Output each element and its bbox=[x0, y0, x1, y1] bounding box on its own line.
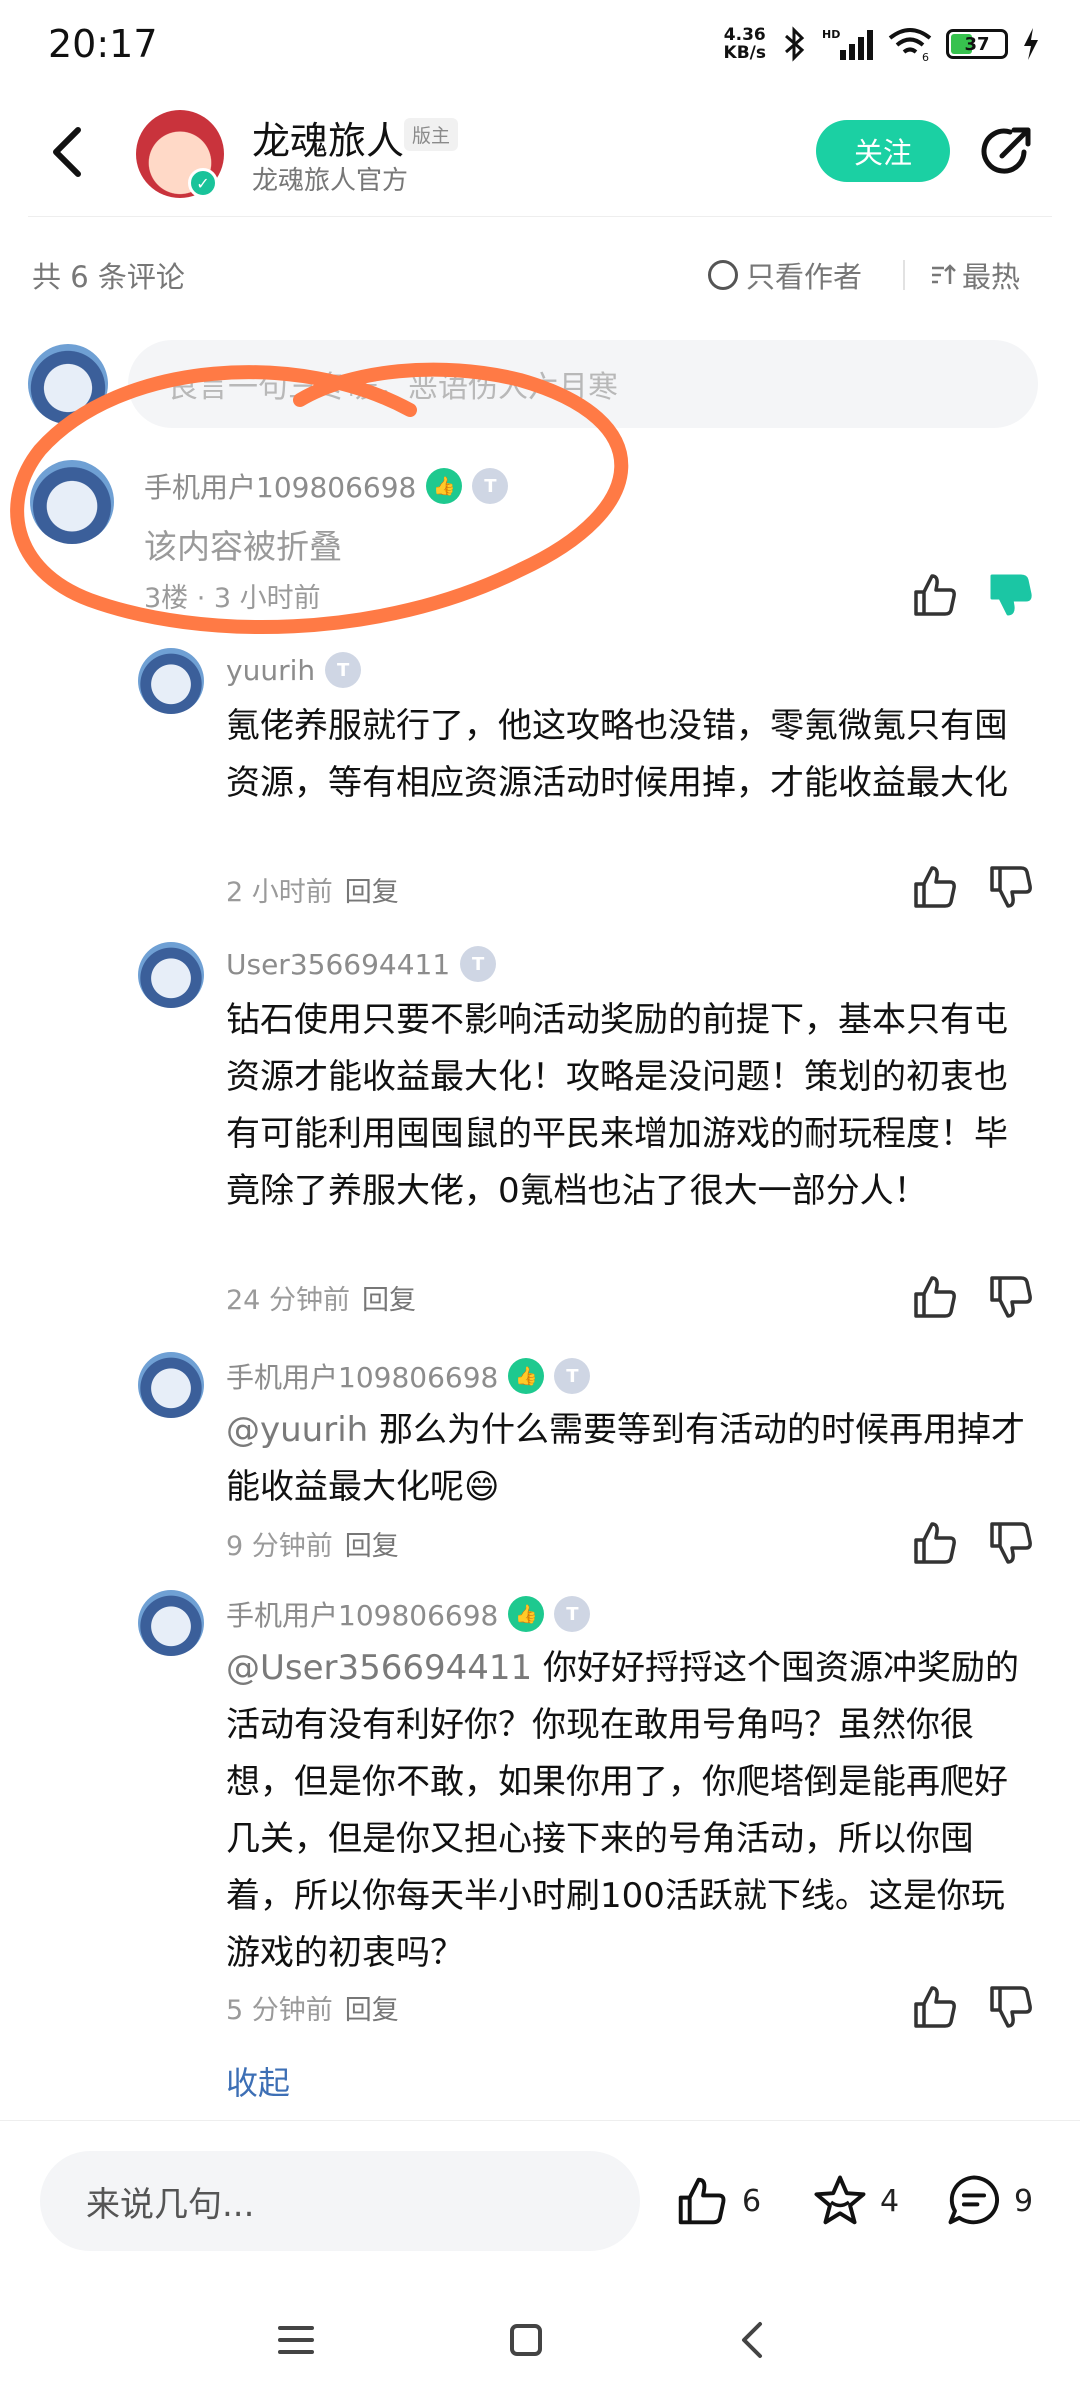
signal-icon: HD bbox=[822, 28, 873, 60]
menu-icon[interactable] bbox=[266, 2310, 326, 2370]
sort-icon bbox=[932, 264, 956, 284]
net-speed: 4.36 KB/s bbox=[723, 25, 766, 63]
reply-avatar[interactable] bbox=[138, 1352, 204, 1418]
reply-avatar[interactable] bbox=[138, 942, 204, 1008]
star-icon bbox=[814, 2175, 866, 2225]
reply-meta: 5 分钟前 回复 bbox=[226, 1995, 399, 2026]
reply-text: 氪佬养服就行了，他这攻略也没错，零氪微氪只有囤资源，等有相应资源活动时候用掉，才… bbox=[226, 706, 1008, 803]
verified-icon: ✓ bbox=[188, 168, 218, 198]
comment-filter-bar: 共 6 条评论 只看作者 最热 bbox=[0, 244, 1080, 304]
reply-item: 手机用户109806698 👍 T @yuurih 那么为什么需要等到有活动的时… bbox=[0, 1352, 1080, 1564]
thumb-badge-icon: 👍 bbox=[508, 1358, 545, 1394]
like-post-button[interactable]: 6 bbox=[674, 2173, 761, 2229]
dislike-icon[interactable] bbox=[986, 1982, 1036, 2032]
status-icons: 4.36 KB/s HD 6 37 bbox=[724, 26, 1040, 62]
reply-button[interactable]: 回复 bbox=[345, 877, 399, 908]
moderator-badge: 版主 bbox=[404, 118, 459, 151]
only-author-label: 只看作者 bbox=[746, 260, 863, 294]
like-icon[interactable] bbox=[910, 1982, 960, 2032]
like-count: 6 bbox=[742, 2183, 762, 2219]
say-something-input[interactable]: 来说几句... bbox=[40, 2151, 640, 2251]
reply-user[interactable]: User356694411 T bbox=[226, 946, 497, 982]
reply-user[interactable]: 手机用户109806698 👍 T bbox=[226, 1356, 591, 1396]
home-icon[interactable] bbox=[496, 2310, 556, 2370]
level-badge: T bbox=[554, 1358, 591, 1394]
comment-button[interactable]: 9 bbox=[946, 2173, 1033, 2229]
battery-indicator: 37 bbox=[946, 29, 1008, 59]
like-icon[interactable] bbox=[910, 862, 960, 912]
reply-button[interactable]: 回复 bbox=[345, 1995, 399, 2026]
thumb-up-icon bbox=[678, 2177, 726, 2225]
reply-button[interactable]: 回复 bbox=[362, 1285, 416, 1316]
reply-item: User356694411 T 钻石使用只要不影响活动奖励的前提下，基本只有屯资… bbox=[0, 942, 1080, 1322]
follow-button[interactable]: 关注 bbox=[816, 120, 950, 182]
annotation-circle bbox=[10, 362, 629, 634]
back-icon[interactable] bbox=[724, 2310, 784, 2370]
chat-bubble-icon bbox=[948, 2175, 1000, 2225]
author-name[interactable]: 龙魂旅人 bbox=[252, 110, 404, 165]
share-icon[interactable] bbox=[976, 122, 1036, 182]
collapse-replies-link[interactable]: 收起 bbox=[226, 2058, 290, 2104]
reply-mention[interactable]: @yuurih bbox=[226, 1410, 368, 1450]
system-nav-bar bbox=[0, 2290, 1080, 2400]
author-subtitle: 龙魂旅人官方 bbox=[252, 166, 409, 196]
dislike-icon-active[interactable] bbox=[986, 570, 1036, 620]
filter-separator bbox=[903, 260, 905, 290]
bottom-action-bar: 来说几句... 6 4 9 bbox=[0, 2120, 1080, 2270]
reply-meta: 9 分钟前 回复 bbox=[226, 1531, 399, 1562]
reply-meta: 24 分钟前 回复 bbox=[226, 1285, 416, 1316]
radio-icon bbox=[708, 260, 738, 290]
sort-button[interactable]: 最热 bbox=[930, 254, 1020, 296]
level-badge: T bbox=[460, 946, 497, 982]
comment-total: 9 bbox=[1014, 2183, 1034, 2219]
reply-button[interactable]: 回复 bbox=[345, 1531, 399, 1562]
status-bar: 20:17 4.36 KB/s HD 6 37 bbox=[0, 0, 1080, 96]
favorite-button[interactable]: 4 bbox=[812, 2173, 899, 2229]
like-icon[interactable] bbox=[910, 1518, 960, 1568]
back-arrow-icon[interactable] bbox=[44, 122, 94, 182]
reply-text: @User356694411 你好好捋捋这个囤资源冲奖励的活动有没有利好你？你现… bbox=[226, 1648, 1019, 1973]
header-divider bbox=[28, 216, 1052, 217]
post-header: ✓ 龙魂旅人 版主 龙魂旅人官方 关注 bbox=[0, 96, 1080, 218]
reply-text: 钻石使用只要不影响活动奖励的前提下，基本只有屯资源才能收益最大化！攻略是没问题！… bbox=[226, 1000, 1008, 1211]
only-author-toggle[interactable]: 只看作者 bbox=[708, 254, 862, 296]
like-icon[interactable] bbox=[910, 570, 960, 620]
thumb-badge-icon: 👍 bbox=[508, 1596, 545, 1632]
reply-avatar[interactable] bbox=[138, 1590, 204, 1656]
reply-meta: 2 小时前 回复 bbox=[226, 877, 399, 908]
reply-mention[interactable]: @User356694411 bbox=[226, 1648, 532, 1688]
reply-text: @yuurih 那么为什么需要等到有活动的时候再用掉才能收益最大化呢😄 bbox=[226, 1410, 1026, 1507]
favorite-count: 4 bbox=[880, 2183, 900, 2219]
reply-user[interactable]: 手机用户109806698 👍 T bbox=[226, 1594, 591, 1634]
dislike-icon[interactable] bbox=[986, 1518, 1036, 1568]
dislike-icon[interactable] bbox=[986, 1272, 1036, 1322]
charging-icon bbox=[1024, 28, 1038, 60]
svg-text:6: 6 bbox=[922, 51, 929, 62]
sort-label: 最热 bbox=[962, 260, 1021, 294]
svg-text:HD: HD bbox=[822, 28, 840, 41]
like-icon[interactable] bbox=[910, 1272, 960, 1322]
bluetooth-icon bbox=[785, 26, 805, 62]
wifi-icon: 6 bbox=[888, 28, 932, 62]
reply-item: 手机用户109806698 👍 T @User356694411 你好好捋捋这个… bbox=[0, 1590, 1080, 2030]
status-time: 20:17 bbox=[48, 22, 158, 66]
level-badge: T bbox=[554, 1596, 591, 1632]
dislike-icon[interactable] bbox=[986, 862, 1036, 912]
comment-count: 共 6 条评论 bbox=[32, 260, 185, 294]
